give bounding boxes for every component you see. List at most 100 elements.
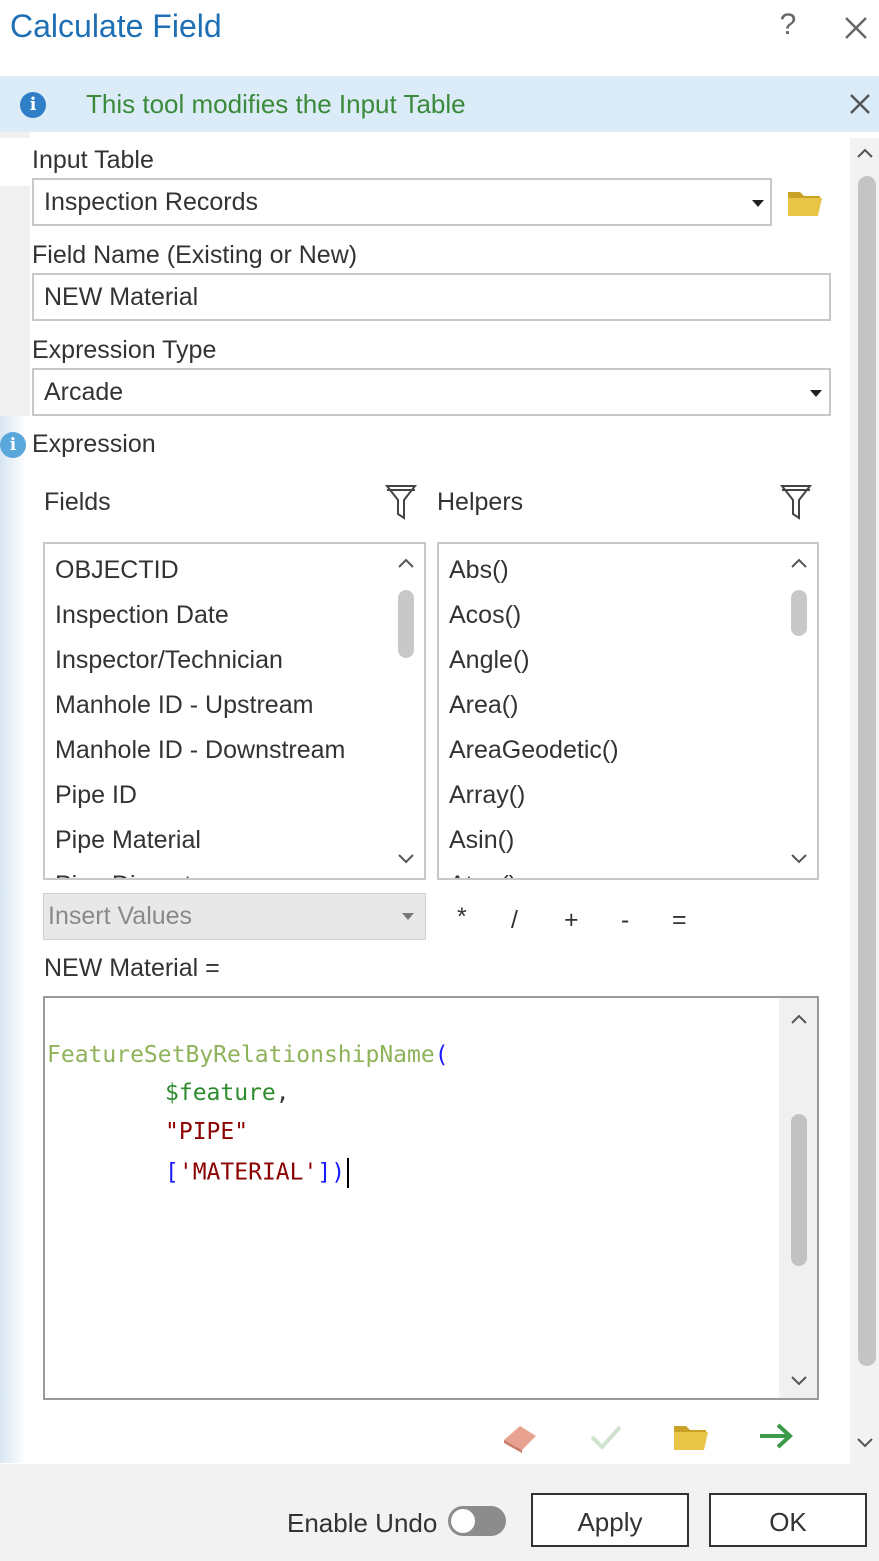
chevron-down-icon[interactable] — [789, 1374, 809, 1388]
list-item[interactable]: Manhole ID - Downstream — [55, 732, 345, 777]
list-item[interactable]: Pipe Diameter — [55, 867, 345, 878]
chevron-down-icon[interactable] — [855, 1436, 875, 1450]
input-table-label: Input Table — [32, 146, 154, 174]
arrow-right-icon — [760, 1423, 793, 1449]
list-item[interactable]: Area() — [449, 687, 619, 732]
left-gutter-shade — [0, 416, 26, 1463]
help-button[interactable]: ? — [772, 8, 804, 48]
helpers-header: Helpers — [437, 488, 524, 516]
enable-undo-label: Enable Undo — [287, 1508, 438, 1538]
code-line-2: $feature, — [165, 1080, 290, 1106]
chevron-up-icon[interactable] — [855, 146, 875, 160]
info-icon: i — [20, 92, 46, 118]
code-variable: $feature — [165, 1080, 276, 1106]
code-bracket: ( — [434, 1042, 449, 1068]
clear-expression-button[interactable] — [500, 1420, 540, 1459]
chevron-down-icon[interactable] — [396, 852, 416, 866]
text-cursor — [347, 1158, 350, 1188]
fields-scroll-thumb[interactable] — [398, 590, 414, 658]
eraser-icon — [504, 1426, 536, 1453]
code-line-4: ['MATERIAL']) — [165, 1158, 350, 1188]
chevron-up-icon[interactable] — [396, 556, 416, 570]
fields-scrollbar[interactable] — [386, 544, 424, 878]
filter-icon — [384, 485, 418, 520]
field-name-label: Field Name (Existing or New) — [32, 241, 358, 269]
expression-target-label: NEW Material = — [44, 954, 220, 982]
load-expression-button[interactable] — [672, 1420, 710, 1457]
expression-type-label: Expression Type — [32, 336, 217, 364]
list-item[interactable]: AreaGeodetic() — [449, 732, 619, 777]
code-line-3: "PIPE" — [165, 1119, 248, 1145]
expression-type-value: Arcade — [44, 378, 124, 406]
dialog-footer: Enable Undo Apply OK — [0, 1464, 879, 1561]
checkmark-icon — [590, 1425, 622, 1450]
export-expression-button[interactable] — [756, 1420, 796, 1457]
list-item[interactable]: Manhole ID - Upstream — [55, 687, 345, 732]
ok-button[interactable]: OK — [709, 1493, 867, 1547]
list-item[interactable]: Pipe ID — [55, 777, 345, 822]
list-item[interactable]: Angle() — [449, 642, 619, 687]
list-item[interactable]: Asin() — [449, 822, 619, 867]
fields-header: Fields — [44, 488, 111, 516]
enable-undo-toggle[interactable] — [448, 1506, 506, 1536]
info-icon[interactable]: i — [0, 432, 26, 458]
input-table-dropdown[interactable]: Inspection Records — [32, 178, 772, 226]
list-item[interactable]: Acos() — [449, 597, 619, 642]
list-item[interactable]: Array() — [449, 777, 619, 822]
editor-scrollbar[interactable] — [779, 998, 817, 1398]
editor-scroll-thumb[interactable] — [791, 1114, 807, 1266]
close-icon — [850, 94, 870, 114]
list-item[interactable]: OBJECTID — [55, 552, 345, 597]
list-item[interactable]: Inspection Date — [55, 597, 345, 642]
code-punctuation: , — [275, 1080, 290, 1106]
expression-label: Expression — [32, 430, 156, 458]
code-line-1: FeatureSetByRelationshipName( — [47, 1042, 449, 1068]
banner-message: This tool modifies the Input Table — [86, 89, 466, 119]
code-bracket: [ — [165, 1159, 179, 1186]
verify-expression-button[interactable] — [588, 1422, 624, 1457]
left-gutter-highlight — [0, 138, 30, 186]
code-string: "PIPE" — [165, 1119, 249, 1145]
input-table-value: Inspection Records — [44, 188, 259, 216]
list-item[interactable]: Pipe Material — [55, 822, 345, 867]
subtract-operator-button[interactable]: - — [621, 906, 629, 935]
fields-list[interactable]: OBJECTID Inspection Date Inspector/Techn… — [43, 542, 426, 880]
dialog-scroll-thumb[interactable] — [858, 176, 876, 1366]
divide-operator-button[interactable]: / — [511, 906, 518, 935]
expression-type-dropdown[interactable]: Arcade — [32, 368, 831, 416]
list-item[interactable]: Abs() — [449, 552, 619, 597]
folder-icon — [674, 1426, 708, 1450]
expression-editor[interactable]: FeatureSetByRelationshipName( $feature, … — [43, 996, 819, 1400]
helpers-filter-button[interactable] — [779, 482, 813, 527]
equals-operator-button[interactable]: = — [672, 906, 687, 935]
multiply-operator-button[interactable]: * — [457, 903, 467, 932]
chevron-up-icon[interactable] — [789, 1012, 809, 1026]
apply-button[interactable]: Apply — [531, 1493, 689, 1547]
helpers-list[interactable]: Abs() Acos() Angle() Area() AreaGeodetic… — [437, 542, 819, 880]
close-icon — [845, 17, 867, 39]
dialog-title: Calculate Field — [10, 8, 222, 44]
fields-filter-button[interactable] — [384, 482, 418, 527]
chevron-down-icon — [752, 200, 764, 207]
list-item[interactable]: Inspector/Technician — [55, 642, 345, 687]
code-function: FeatureSetByRelationshipName — [47, 1042, 435, 1068]
chevron-down-icon — [402, 913, 414, 920]
add-operator-button[interactable]: + — [564, 906, 579, 935]
field-name-value: NEW Material — [44, 283, 199, 311]
field-name-input[interactable]: NEW Material — [32, 273, 831, 321]
list-item[interactable]: Atan() — [449, 867, 619, 878]
helpers-scrollbar[interactable] — [779, 544, 817, 878]
code-bracket: ]) — [317, 1159, 346, 1186]
filter-icon — [779, 485, 813, 520]
insert-values-dropdown: Insert Values — [43, 893, 426, 940]
folder-icon — [788, 192, 822, 216]
chevron-down-icon[interactable] — [789, 852, 809, 866]
insert-values-placeholder: Insert Values — [48, 902, 193, 930]
banner-close-button[interactable] — [846, 90, 874, 118]
helpers-scroll-thumb[interactable] — [791, 590, 807, 636]
toggle-knob — [451, 1509, 475, 1533]
close-button[interactable] — [840, 10, 872, 46]
chevron-up-icon[interactable] — [789, 556, 809, 570]
code-string: 'MATERIAL' — [178, 1159, 318, 1186]
browse-table-button[interactable] — [786, 186, 824, 223]
